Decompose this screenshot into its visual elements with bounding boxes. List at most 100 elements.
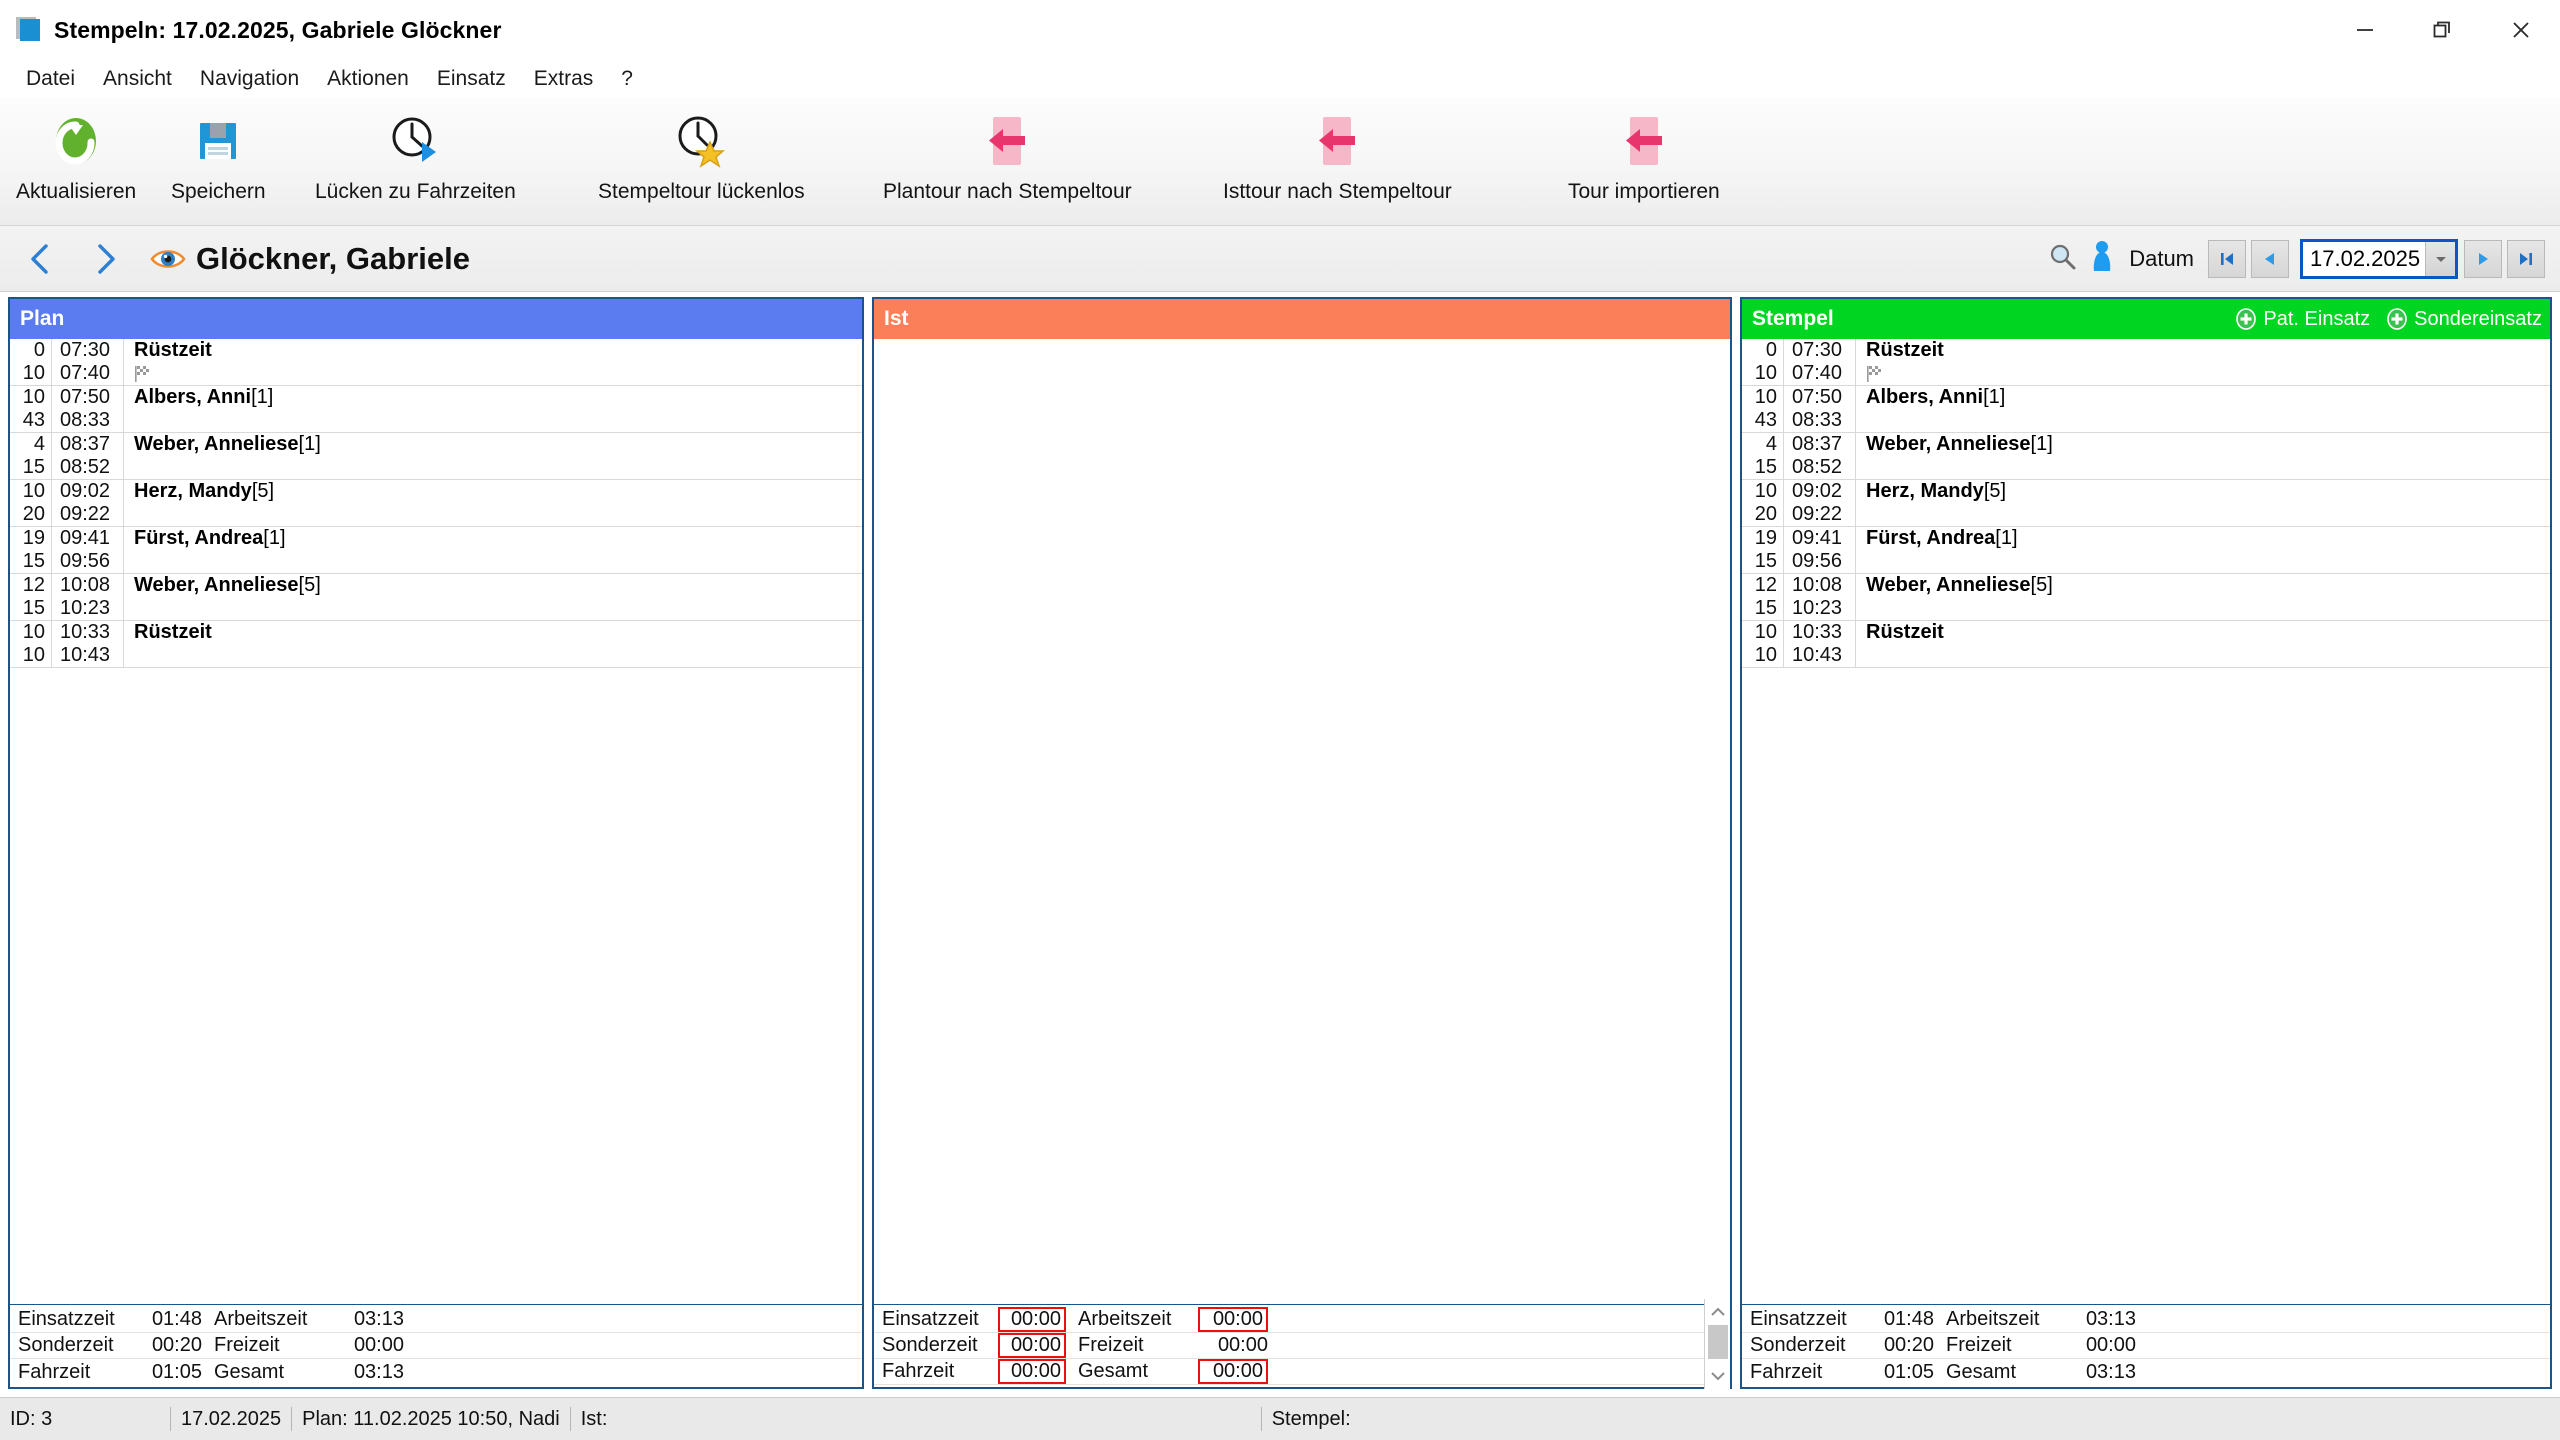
add-sondereinsatz-button[interactable]: Sondereinsatz	[2386, 308, 2542, 331]
menu-item-help[interactable]: ?	[607, 64, 647, 94]
entry-duration: 0	[10, 339, 52, 362]
entry-line-end: 43 08:33	[1742, 409, 2550, 432]
summary-fahrzeit: Fahrzeit 01:05	[1742, 1359, 1934, 1385]
entry-duration: 10	[1742, 386, 1784, 409]
entry-line-end: 43 08:33	[10, 409, 862, 432]
toolbar-button-isttour-nach-stempeltour[interactable]: Isttour nach Stempeltour	[1215, 104, 1460, 204]
panel-ist: Ist Einsatzzeit 00:00 Arbeitszeit 00:00 …	[872, 297, 1732, 1389]
magnifier-icon[interactable]	[2047, 242, 2077, 277]
menu-item-navigation[interactable]: Navigation	[186, 64, 313, 94]
ist-vertical-scrollbar[interactable]	[1704, 1299, 1730, 1389]
summary-freizeit: Freizeit 00:00	[1934, 1333, 2144, 1359]
summary-label: Sonderzeit	[882, 1334, 978, 1356]
scroll-up-chevron-up-icon[interactable]	[1705, 1299, 1730, 1325]
entry-time: 07:40	[1784, 362, 1856, 385]
scroll-track[interactable]	[1705, 1325, 1730, 1363]
summary-gesamt[interactable]: Gesamt 00:00	[1066, 1359, 1276, 1385]
checkered-flag-icon	[1866, 365, 1884, 383]
menu-item-aktionen[interactable]: Aktionen	[313, 64, 423, 94]
minimize-button[interactable]	[2326, 0, 2404, 60]
entry-suffix: [1]	[1995, 527, 2018, 549]
toolbar-button-stempeltour-lueckenlos[interactable]: Stempeltour lückenlos	[590, 104, 813, 204]
summary-sonderzeit: Sonderzeit 00:20	[10, 1333, 202, 1359]
summary-gesamt: Gesamt 03:13	[1934, 1359, 2144, 1385]
table-row[interactable]: 12 10:08 Weber, Anneliese[5] 15 10:23	[1742, 574, 2550, 621]
summary-fahrzeit[interactable]: Fahrzeit 00:00	[874, 1359, 1066, 1385]
table-row[interactable]: 10 10:33 Rüstzeit 10 10:43	[10, 621, 862, 668]
table-row[interactable]: 4 08:37 Weber, Anneliese[1] 15 08:52	[1742, 433, 2550, 480]
entry-suffix: [5]	[2030, 574, 2053, 596]
date-previous-button[interactable]	[2251, 240, 2289, 278]
person-pin-icon[interactable]	[2091, 240, 2113, 279]
entry-duration: 15	[10, 550, 52, 573]
toolbar-button-aktualisieren[interactable]: Aktualisieren	[8, 104, 144, 204]
table-row[interactable]: 10 10:33 Rüstzeit 10 10:43	[1742, 621, 2550, 668]
entry-time: 10:08	[1784, 574, 1856, 597]
entry-duration: 4	[10, 433, 52, 456]
entry-line-end: 15 08:52	[10, 456, 862, 479]
date-dropdown-chevron-down-icon[interactable]	[2425, 242, 2455, 276]
add-pat-einsatz-button[interactable]: Pat. Einsatz	[2235, 308, 2370, 331]
date-navigation: Datum 17.02.2025	[2047, 226, 2550, 292]
menu-item-ansicht[interactable]: Ansicht	[89, 64, 186, 94]
date-input[interactable]: 17.02.2025	[2300, 239, 2458, 279]
toolbar-button-plantour-nach-stempeltour[interactable]: Plantour nach Stempeltour	[875, 104, 1140, 204]
table-row[interactable]: 4 08:37 Weber, Anneliese[1] 15 08:52	[10, 433, 862, 480]
summary-value: 01:48	[151, 1308, 202, 1330]
menu-item-extras[interactable]: Extras	[520, 64, 608, 94]
table-row[interactable]: 12 10:08 Weber, Anneliese[5] 15 10:23	[10, 574, 862, 621]
table-row[interactable]: 0 07:30 Rüstzeit 10 07:40	[1742, 339, 2550, 386]
table-row[interactable]: 19 09:41 Fürst, Andrea[1] 15 09:56	[10, 527, 862, 574]
summary-label: Arbeitszeit	[214, 1308, 308, 1330]
table-row[interactable]: 10 09:02 Herz, Mandy[5] 20 09:22	[10, 480, 862, 527]
pink-left-arrow-icon	[981, 104, 1033, 178]
date-first-button[interactable]	[2208, 240, 2246, 278]
scroll-thumb[interactable]	[1708, 1325, 1728, 1359]
maximize-restore-button[interactable]	[2404, 0, 2482, 60]
summary-arbeitszeit[interactable]: Arbeitszeit 00:00	[1066, 1307, 1276, 1333]
entry-line-start: 10 07:50 Albers, Anni[1]	[1742, 386, 2550, 409]
nav-previous-button[interactable]	[14, 232, 68, 286]
toolbar-label: Isttour nach Stempeltour	[1223, 180, 1452, 203]
status-id: ID: 3	[10, 1407, 53, 1430]
summary-value: 03:13	[2085, 1308, 2136, 1330]
summary-row: Sonderzeit 00:20 Freizeit 00:00	[1742, 1333, 2550, 1359]
add-sondereinsatz-label: Sondereinsatz	[2414, 307, 2542, 330]
nav-next-button[interactable]	[78, 232, 132, 286]
close-button[interactable]	[2482, 0, 2560, 60]
toolbar-button-speichern[interactable]: Speichern	[163, 104, 274, 204]
table-row[interactable]: 19 09:41 Fürst, Andrea[1] 15 09:56	[1742, 527, 2550, 574]
status-bar: ID: 3 17.02.2025 Plan: 11.02.2025 10:50,…	[0, 1397, 2560, 1440]
panel-ist-body[interactable]	[874, 339, 1730, 1304]
menu-item-datei[interactable]: Datei	[12, 64, 89, 94]
toolbar-button-tour-importieren[interactable]: Tour importieren	[1560, 104, 1728, 204]
title-bar: Stempeln: 17.02.2025, Gabriele Glöckner	[0, 0, 2560, 60]
entry-line-end: 10 10:43	[1742, 644, 2550, 667]
entry-time: 09:56	[52, 550, 124, 573]
panel-stempel-body[interactable]: 0 07:30 Rüstzeit 10 07:40 10 07:50 Albers, Anni…	[1742, 339, 2550, 1304]
clock-arrow-icon	[384, 104, 446, 178]
panel-plan-body[interactable]: 0 07:30 Rüstzeit 10 07:40 10 07:50 Albers, Anni…	[10, 339, 862, 1304]
entry-time: 09:22	[52, 503, 124, 526]
entry-line-end: 15 10:23	[10, 597, 862, 620]
entry-line-start: 10 09:02 Herz, Mandy[5]	[10, 480, 862, 503]
menu-item-einsatz[interactable]: Einsatz	[423, 64, 520, 94]
summary-einsatzzeit[interactable]: Einsatzzeit 00:00	[874, 1307, 1066, 1333]
date-next-button[interactable]	[2464, 240, 2502, 278]
table-row[interactable]: 10 09:02 Herz, Mandy[5] 20 09:22	[1742, 480, 2550, 527]
summary-value: 03:13	[353, 1308, 404, 1330]
entry-time: 09:22	[1784, 503, 1856, 526]
table-row[interactable]: 0 07:30 Rüstzeit 10 07:40	[10, 339, 862, 386]
entry-line-start: 4 08:37 Weber, Anneliese[1]	[10, 433, 862, 456]
scroll-down-chevron-down-icon[interactable]	[1705, 1363, 1730, 1389]
plus-circle-icon	[2235, 308, 2257, 330]
table-row[interactable]: 10 07:50 Albers, Anni[1] 43 08:33	[10, 386, 862, 433]
toolbar-button-luecken-zu-fahrzeiten[interactable]: Lücken zu Fahrzeiten	[307, 104, 524, 204]
entry-line-start: 10 09:02 Herz, Mandy[5]	[1742, 480, 2550, 503]
date-last-button[interactable]	[2507, 240, 2545, 278]
entry-time: 08:37	[1784, 433, 1856, 456]
summary-sonderzeit[interactable]: Sonderzeit 00:00	[874, 1333, 1066, 1359]
eye-icon[interactable]	[150, 245, 186, 273]
table-row[interactable]: 10 07:50 Albers, Anni[1] 43 08:33	[1742, 386, 2550, 433]
entry-time: 08:33	[52, 409, 124, 432]
